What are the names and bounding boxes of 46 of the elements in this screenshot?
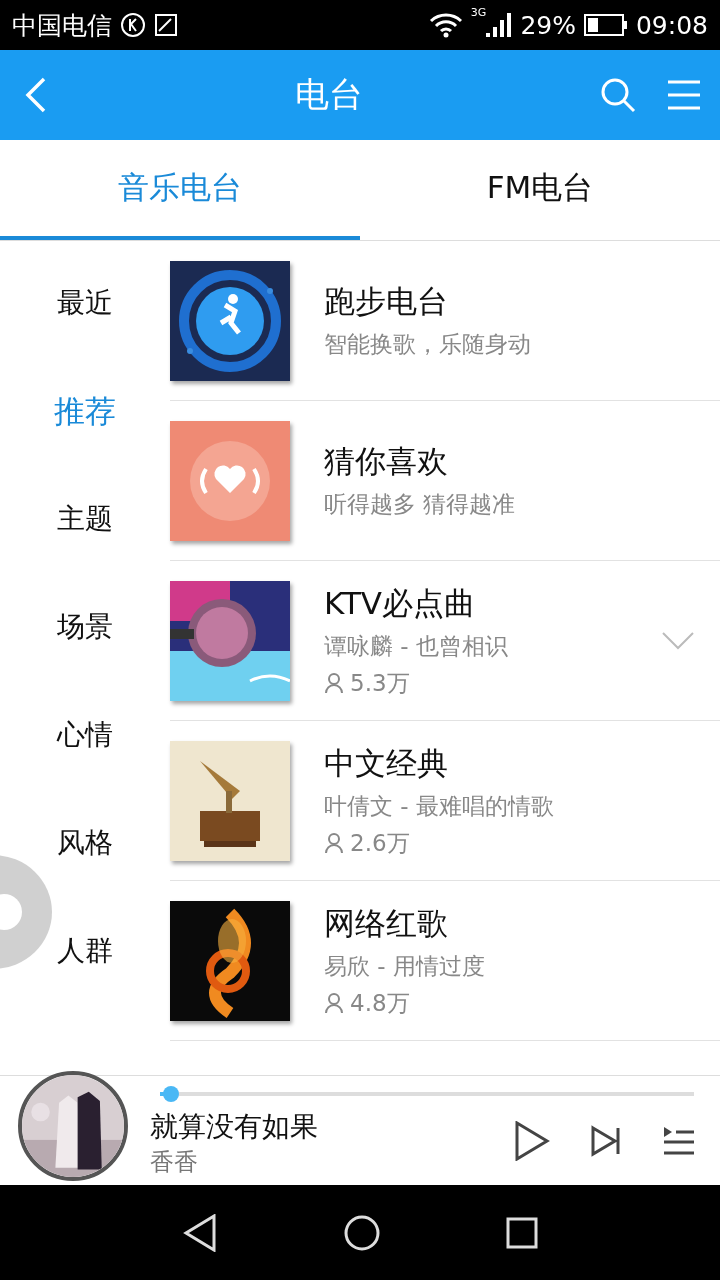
search-button[interactable] (600, 77, 636, 113)
station-title: 猜你喜欢 (324, 442, 449, 481)
progress-thumb[interactable] (162, 1086, 179, 1102)
battery-percent: 29% (520, 10, 576, 40)
listener-count: 2.6万 (350, 828, 410, 858)
category-item[interactable]: 人群 (57, 931, 113, 971)
station-title: 中文经典 (324, 743, 449, 783)
page-title: 电台 (294, 73, 364, 116)
playlist-button[interactable] (662, 1126, 696, 1156)
station-subtitle: 听得越多 猜得越准 (324, 490, 517, 519)
category-item[interactable]: 最近 (57, 283, 113, 323)
listener-count: 4.8万 (350, 988, 410, 1018)
tab[interactable]: FM电台 (360, 140, 720, 240)
play-button[interactable] (514, 1121, 550, 1161)
station-subtitle: 谭咏麟 - 也曾相识 (324, 631, 509, 661)
station-title: KTV必点曲 (324, 583, 477, 623)
person-icon (324, 992, 344, 1014)
person-icon (324, 672, 344, 694)
k-badge-icon (120, 12, 146, 38)
category-item[interactable]: 风格 (57, 823, 113, 863)
next-button[interactable] (590, 1125, 622, 1157)
song-title: 就算没有如果 (150, 1109, 319, 1145)
station-subtitle: 智能换歌，乐随身动 (324, 330, 532, 359)
carrier-name: 中国电信 (12, 9, 112, 42)
recents-nav-button[interactable] (505, 1216, 538, 1249)
back-nav-button[interactable] (182, 1213, 219, 1252)
listener-count: 5.3万 (350, 668, 410, 698)
signal-icon (486, 11, 513, 39)
clock: 09:08 (635, 10, 708, 40)
song-artist: 香香 (150, 1147, 199, 1178)
menu-button[interactable] (666, 79, 702, 111)
category-item[interactable]: 主题 (57, 499, 113, 539)
wifi-icon (428, 12, 463, 38)
station-subtitle: 易欣 - 用情过度 (324, 951, 486, 981)
image-icon (154, 13, 178, 37)
station-subtitle: 叶倩文 - 最难唱的情歌 (324, 791, 555, 821)
home-nav-button[interactable] (343, 1213, 381, 1252)
network-type: 3G (470, 6, 487, 19)
station-title: 网络红歌 (324, 903, 449, 943)
category-item[interactable]: 推荐 (54, 391, 116, 431)
tab[interactable]: 音乐电台 (0, 140, 360, 240)
category-item[interactable]: 心情 (57, 715, 113, 755)
category-item[interactable]: 场景 (57, 607, 113, 647)
station-title: 跑步电台 (324, 282, 449, 321)
battery-icon (583, 13, 628, 37)
person-icon (324, 832, 344, 854)
